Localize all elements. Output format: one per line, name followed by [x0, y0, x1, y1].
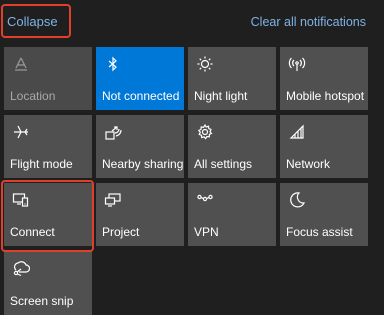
clear-all-notifications-link[interactable]: Clear all notifications: [251, 15, 366, 29]
tile-label: Screen snip: [10, 294, 74, 308]
tile-label: Location: [10, 89, 56, 103]
collapse-link[interactable]: Collapse: [7, 14, 58, 29]
tile-label: Network: [286, 157, 331, 171]
quick-action-nearby-sharing[interactable]: Nearby sharing: [96, 115, 184, 178]
quick-action-network[interactable]: Network: [280, 115, 368, 178]
tile-label: Connect: [10, 225, 55, 239]
tile-label: Focus assist: [286, 225, 353, 239]
gear-icon: [196, 123, 214, 141]
quick-action-connect[interactable]: Connect: [4, 183, 92, 246]
vpn-icon: [196, 191, 214, 209]
quick-action-flight-mode[interactable]: Flight mode: [4, 115, 92, 178]
quick-action-location[interactable]: Location: [4, 47, 92, 110]
tile-label: Nearby sharing: [102, 157, 184, 171]
network-icon: [288, 123, 306, 141]
connect-icon: [12, 191, 30, 209]
nearby-sharing-icon: [104, 123, 122, 141]
tile-label: Night light: [194, 89, 248, 103]
action-center-header: Collapse Clear all notifications: [0, 0, 384, 44]
screen-snip-icon: [12, 259, 30, 277]
bluetooth-icon: [104, 55, 122, 73]
moon-icon: [288, 191, 306, 209]
quick-action-vpn[interactable]: VPN: [188, 183, 276, 246]
quick-action-night-light[interactable]: Night light: [188, 47, 276, 110]
tile-label: All settings: [194, 157, 253, 171]
quick-action-focus-assist[interactable]: Focus assist: [280, 183, 368, 246]
night-light-icon: [196, 55, 214, 73]
quick-action-screen-snip[interactable]: Screen snip: [4, 251, 92, 315]
quick-action-mobile-hotspot[interactable]: Mobile hotspot: [280, 47, 368, 110]
location-icon: [12, 55, 30, 73]
quick-action-all-settings[interactable]: All settings: [188, 115, 276, 178]
action-center-panel: Collapse Clear all notifications Locatio…: [0, 0, 384, 315]
tile-label: Not connected: [102, 89, 180, 103]
tile-label: Mobile hotspot: [286, 89, 365, 103]
tile-label: Project: [102, 225, 140, 239]
tile-label: VPN: [194, 225, 219, 239]
quick-action-bluetooth[interactable]: Not connected: [96, 47, 184, 110]
airplane-icon: [12, 123, 30, 141]
tile-label: Flight mode: [10, 157, 73, 171]
mobile-hotspot-icon: [288, 55, 306, 73]
quick-action-project[interactable]: Project: [96, 183, 184, 246]
project-icon: [104, 191, 122, 209]
